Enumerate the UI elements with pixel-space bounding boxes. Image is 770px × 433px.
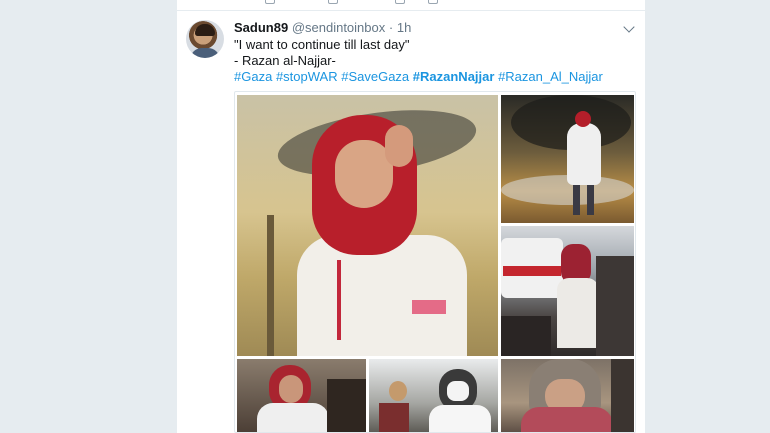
avatar-hair <box>195 24 215 36</box>
media-photo-5[interactable] <box>369 359 498 432</box>
previous-tweet-actions <box>177 0 645 11</box>
message-icon[interactable] <box>428 0 438 4</box>
chevron-down-icon[interactable] <box>623 21 635 33</box>
media-photo-2[interactable] <box>501 95 634 223</box>
retweet-icon[interactable] <box>328 0 338 4</box>
tweet-text: "I want to continue till last day" - Raz… <box>234 37 603 85</box>
media-photo-4[interactable] <box>237 359 366 432</box>
tweet-hashtags: #Gaza #stopWAR #SaveGaza #RazanNajjar #R… <box>234 69 603 85</box>
media-photo-1[interactable] <box>237 95 498 356</box>
user-handle[interactable]: @sendintoinbox <box>292 20 385 35</box>
hashtag-razannajjar[interactable]: #RazanNajjar <box>413 69 495 84</box>
hashtag-razan-al-najjar[interactable]: #Razan_Al_Najjar <box>498 69 603 84</box>
timeline: Sadun89 @sendintoinbox · 1h "I want to c… <box>177 0 645 433</box>
avatar[interactable] <box>186 20 224 58</box>
tweet-timestamp[interactable]: 1h <box>397 20 411 35</box>
tweet[interactable]: Sadun89 @sendintoinbox · 1h "I want to c… <box>177 12 645 433</box>
separator-dot: · <box>388 20 394 35</box>
hashtag-savegaza[interactable]: #SaveGaza <box>341 69 409 84</box>
hashtag-gaza[interactable]: #Gaza <box>234 69 272 84</box>
hashtag-stopwar[interactable]: #stopWAR <box>276 69 338 84</box>
reply-icon[interactable] <box>265 0 275 4</box>
tweet-line-attribution: - Razan al-Najjar- <box>234 53 336 68</box>
avatar-shirt <box>190 48 220 58</box>
like-icon[interactable] <box>395 0 405 4</box>
media-photo-6[interactable] <box>501 359 634 432</box>
tweet-header: Sadun89 @sendintoinbox · 1h <box>234 20 411 36</box>
media-photo-3[interactable] <box>501 226 634 356</box>
tweet-line-quote: "I want to continue till last day" <box>234 37 410 52</box>
display-name[interactable]: Sadun89 <box>234 20 288 35</box>
media-grid <box>234 91 636 433</box>
